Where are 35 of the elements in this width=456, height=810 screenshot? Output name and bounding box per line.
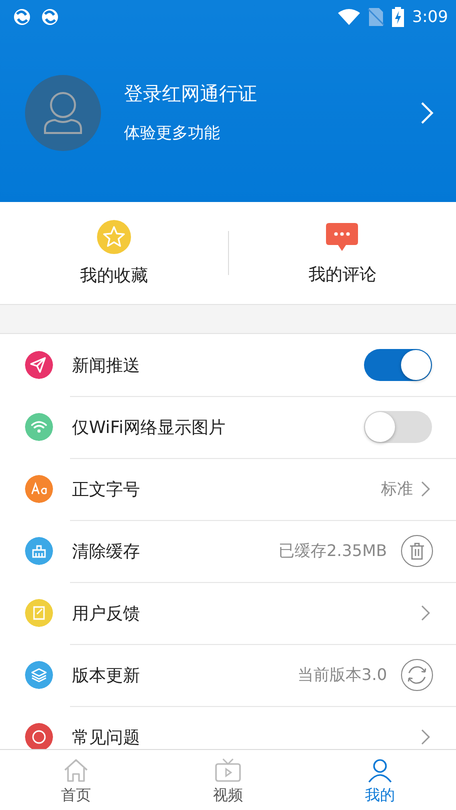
- setting-label[interactable]: 正文字号: [72, 478, 381, 500]
- trash-icon: [409, 542, 425, 560]
- app-notification-icon: [12, 6, 32, 26]
- setting-label[interactable]: 常见问题: [72, 726, 413, 748]
- toggle-switch[interactable]: [364, 349, 432, 381]
- app-notification-icon: [40, 6, 60, 26]
- nav-tab[interactable]: 视频: [152, 750, 304, 810]
- chevron-right-icon[interactable]: [421, 729, 430, 745]
- setting-label[interactable]: 新闻推送: [72, 354, 364, 376]
- tv-icon: [213, 756, 243, 784]
- login-subtitle: 体验更多功能: [124, 123, 221, 144]
- setting-label[interactable]: 仅WiFi网络显示图片: [72, 416, 364, 438]
- refresh-button[interactable]: [401, 659, 433, 691]
- setting-label[interactable]: 版本更新: [72, 664, 298, 686]
- refresh-icon: [406, 664, 428, 686]
- nav-tab[interactable]: 我的: [304, 750, 456, 810]
- chevron-right-icon[interactable]: [421, 605, 430, 621]
- wifi-icon: [338, 8, 360, 24]
- toggle-switch[interactable]: [364, 411, 432, 443]
- shortcut-label[interactable]: 我的收藏: [80, 264, 148, 286]
- setting-value: 当前版本3.0: [298, 664, 387, 686]
- clock-time: 3:09: [412, 7, 448, 26]
- setting-value: 标准: [381, 478, 413, 500]
- setting-label[interactable]: 用户反馈: [72, 602, 413, 624]
- setting-value: 已缓存2.35MB: [278, 540, 387, 562]
- chevron-right-icon[interactable]: [421, 481, 430, 497]
- trash-button[interactable]: [401, 535, 433, 567]
- shortcut-label[interactable]: 我的评论: [308, 262, 376, 286]
- user-icon: [42, 90, 84, 134]
- comment-icon[interactable]: [325, 220, 360, 252]
- login-link[interactable]: 登录红网通行证: [124, 81, 420, 107]
- setting-label[interactable]: 清除缓存: [72, 540, 279, 562]
- nav-tab[interactable]: 首页: [0, 750, 152, 810]
- battery-charging-icon: [392, 6, 404, 26]
- no-sim-icon: [368, 8, 384, 26]
